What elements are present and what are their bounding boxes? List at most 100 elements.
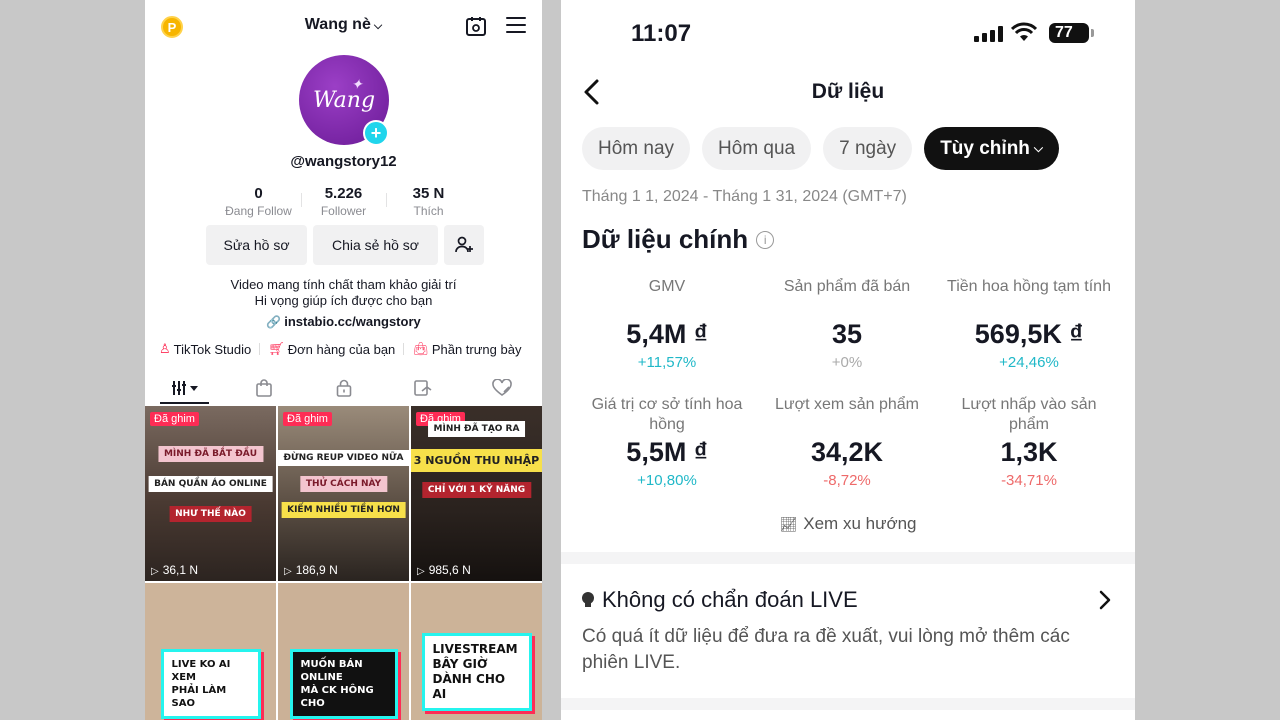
metric-change: +0% — [831, 354, 863, 371]
chevron-down-icon: ⌵ — [1033, 141, 1044, 155]
page-title: Dữ liệu — [811, 80, 885, 103]
tiktok-profile-screen: P Wang nè ⌵ Wang ✦ + @wangstory12 0 Đang … — [145, 0, 542, 720]
videos-grid-icon — [171, 381, 198, 395]
profile-stats: 0 Đang Follow 5.226 Follower 35 N Thích — [145, 185, 542, 218]
calendar-icon[interactable] — [465, 15, 487, 37]
video-thumbnail[interactable]: LIVESTREAM BÂY GIỜ DÀNH CHO AI — [411, 583, 542, 720]
video-grid: Đã ghim MÌNH ĐÃ BẮT ĐẦU BÁN QUẦN ÁO ONLI… — [145, 406, 542, 720]
metric-products-sold[interactable]: Sản phẩm đã bán 35 +0% — [755, 277, 939, 395]
play-icon: ▷ — [417, 566, 425, 577]
section-divider — [561, 552, 1135, 564]
add-avatar-plus-icon[interactable]: + — [363, 120, 389, 146]
tiktok-studio-shortcut[interactable]: ♙ TikTok Studio — [159, 341, 251, 357]
section-title-text: Dữ liệu chính — [582, 224, 749, 254]
profile-link[interactable]: 🔗 instabio.cc/wangstory — [145, 314, 542, 329]
metric-change: +10,80% — [637, 472, 697, 489]
chevron-down-icon: ⌵ — [373, 20, 383, 32]
info-icon[interactable]: i — [756, 230, 775, 249]
chip-custom[interactable]: Tùy chỉnh ⌵ — [924, 127, 1060, 170]
metric-change: -8,72% — [823, 472, 871, 489]
stat-value: 35 N — [412, 185, 445, 202]
private-lock-icon — [336, 379, 351, 397]
section-title: Dữ liệu chính i — [582, 224, 775, 255]
chevron-right-icon[interactable] — [1099, 590, 1111, 610]
metric-est-commission[interactable]: Tiền hoa hồng tạm tính 569,5K ₫ +24,46% — [939, 277, 1119, 395]
cart-icon: 🛒︎ — [268, 341, 285, 356]
shortcut-label: TikTok Studio — [173, 341, 252, 357]
video-caption: DÀNH CHO AI — [432, 672, 506, 701]
video-caption: CHỈ VỚI 1 KỸ NĂNG — [421, 482, 532, 498]
showcase-shortcut[interactable]: 👜︎ Phần trưng bày — [412, 341, 521, 357]
video-caption: THỬ CÁCH NÀY — [299, 476, 388, 492]
video-caption: LIVE KO AI XEM — [171, 659, 231, 683]
add-user-icon — [455, 236, 473, 253]
view-count: ▷ 36,1 N — [151, 563, 198, 577]
metric-product-views[interactable]: Lượt xem sản phẩm 34,2K -8,72% — [755, 395, 939, 513]
share-profile-button[interactable]: Chia sẻ hồ sơ — [313, 225, 438, 265]
video-caption-card: LIVESTREAM BÂY GIỜ DÀNH CHO AI — [421, 633, 532, 711]
avatar-text: Wang — [312, 87, 376, 113]
chip-today[interactable]: Hôm nay — [582, 127, 691, 170]
link-icon: 🔗 — [266, 315, 282, 329]
metric-label: Sản phẩm đã bán — [783, 278, 911, 295]
metric-gmv[interactable]: GMV 5,4M ₫ +11,57% — [579, 277, 755, 395]
video-thumbnail[interactable]: Đã ghim ĐỪNG REUP VIDEO NỮA THỬ CÁCH NÀY… — [278, 406, 409, 581]
shortcut-label: Đơn hàng của bạn — [287, 341, 396, 357]
trend-chart-icon: 📈︎ — [779, 516, 798, 532]
play-icon: ▷ — [151, 566, 159, 577]
video-caption-card: LIVE KO AI XEM PHẢI LÀM SAO — [160, 649, 261, 719]
cellular-signal-icon — [974, 26, 1003, 42]
view-count-text: 985,6 N — [428, 563, 471, 577]
video-caption: MÀ CK HÔNG CHO — [300, 685, 374, 709]
link-text: instabio.cc/wangstory — [284, 314, 421, 329]
chip-label: Tùy chỉnh — [940, 137, 1030, 159]
view-count-text: 186,9 N — [295, 563, 338, 577]
add-friend-button[interactable] — [444, 225, 484, 265]
orders-shortcut[interactable]: 🛒︎ Đơn hàng của bạn — [268, 341, 395, 357]
stat-likes[interactable]: 35 N Thích — [386, 185, 471, 218]
metrics-grid: GMV 5,4M ₫ +11,57% Sản phẩm đã bán 35 +0… — [579, 277, 1119, 513]
battery-icon: 77 — [1049, 23, 1094, 43]
pinned-badge: Đã ghim — [150, 412, 199, 426]
video-caption: LIVESTREAM — [432, 642, 518, 656]
chip-yesterday[interactable]: Hôm qua — [702, 127, 812, 170]
stat-label: Follower — [320, 204, 367, 218]
tab-private[interactable] — [304, 372, 383, 404]
video-thumbnail[interactable]: Đã ghim MÌNH ĐÃ TẠO RA 3 NGUỒN THU NHẬP … — [411, 406, 542, 581]
stat-label: Thích — [413, 204, 444, 218]
stat-following[interactable]: 0 Đang Follow — [216, 185, 301, 218]
reposts-icon — [414, 380, 432, 396]
tab-reposts[interactable] — [383, 372, 462, 404]
pinned-badge: Đã ghim — [283, 412, 332, 426]
video-thumbnail[interactable]: LIVE KO AI XEM PHẢI LÀM SAO — [145, 583, 276, 720]
video-caption: BÂY GIỜ — [432, 657, 488, 671]
video-caption: MUỐN BÁN ONLINE — [300, 659, 363, 683]
video-caption: MÌNH ĐÃ TẠO RA — [427, 421, 526, 437]
video-thumbnail[interactable]: MUỐN BÁN ONLINE MÀ CK HÔNG CHO — [278, 583, 409, 720]
lightbulb-icon — [582, 592, 594, 608]
profile-actions: Sửa hồ sơ Chia sẻ hồ sơ — [206, 225, 484, 265]
metric-product-clicks[interactable]: Lượt nhấp vào sản phẩm 1,3K -34,71% — [939, 395, 1119, 513]
chip-7-days[interactable]: 7 ngày — [823, 127, 913, 170]
view-count: ▷ 985,6 N — [417, 563, 471, 577]
tab-shop[interactable] — [224, 372, 303, 404]
metric-value: 569,5K ₫ — [974, 319, 1084, 349]
data-analytics-screen: 11:07 77 Dữ liệu Hôm nay Hôm qua 7 ngày … — [561, 0, 1135, 720]
metric-label: Lượt nhấp vào sản phẩm — [961, 396, 1097, 433]
display-name: Wang nè — [304, 16, 371, 33]
metric-label: Tiền hoa hồng tạm tính — [947, 278, 1111, 295]
studio-icon: ♙ — [159, 341, 171, 356]
hamburger-menu-icon[interactable] — [506, 17, 526, 35]
shortcut-label: Phần trưng bày — [431, 341, 522, 357]
tab-liked[interactable] — [463, 372, 542, 404]
sparkle-icon: ✦ — [351, 77, 363, 93]
view-trends-link[interactable]: 📈︎ Xem xu hướng — [561, 514, 1135, 534]
video-thumbnail[interactable]: Đã ghim MÌNH ĐÃ BẮT ĐẦU BÁN QUẦN ÁO ONLI… — [145, 406, 276, 581]
tab-videos[interactable] — [145, 372, 224, 404]
edit-profile-button[interactable]: Sửa hồ sơ — [206, 225, 307, 265]
stat-value: 5.226 — [324, 185, 363, 202]
stat-followers[interactable]: 5.226 Follower — [301, 185, 386, 218]
metric-commission-base[interactable]: Giá trị cơ sở tính hoa hồng 5,5M ₫ +10,8… — [579, 395, 755, 513]
live-diagnosis-title[interactable]: Không có chẩn đoán LIVE — [582, 587, 858, 613]
diagnosis-body: Có quá ít dữ liệu để đưa ra đề xuất, vui… — [582, 626, 1070, 673]
